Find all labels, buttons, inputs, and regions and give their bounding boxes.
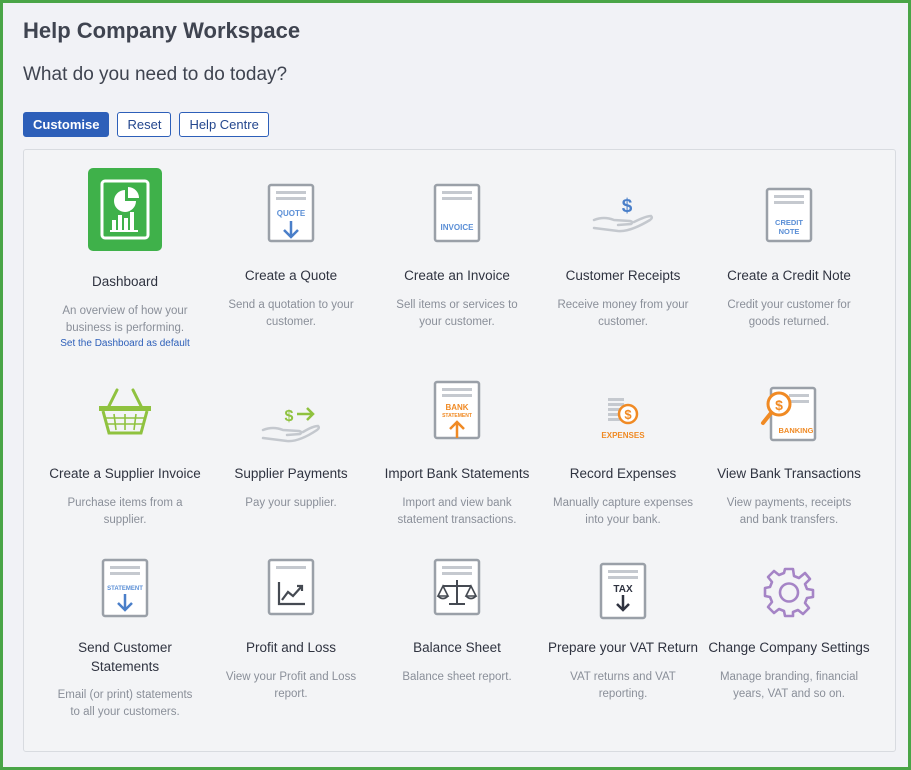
tile-create-supplier-invoice[interactable]: Create a Supplier Invoice Purchase items…: [42, 376, 208, 546]
svg-text:STATEMENT: STATEMENT: [442, 413, 472, 419]
balance-sheet-icon: [433, 558, 481, 621]
svg-text:STATEMENT: STATEMENT: [107, 586, 143, 592]
workspace-frame: Help Company Workspace What do you need …: [3, 3, 908, 767]
banking-icon: $ BANKING: [759, 386, 819, 449]
tile-description: Email (or print) statements to all your …: [57, 689, 193, 718]
tile-prepare-vat-return[interactable]: TAX Prepare your VAT Return VAT returns …: [540, 550, 706, 730]
expenses-icon: $ EXPENSES: [598, 394, 648, 447]
customise-button[interactable]: Customise: [23, 112, 110, 137]
tile-description: View payments, receipts and bank transfe…: [726, 497, 852, 526]
tile-label: Customer Receipts: [565, 268, 681, 283]
page-subtitle: What do you need to do today?: [23, 64, 288, 85]
tile-profit-and-loss[interactable]: Profit and Loss View your Profit and Los…: [208, 550, 374, 730]
tile-label: Profit and Loss: [245, 640, 337, 655]
svg-text:$: $: [775, 397, 783, 413]
toolbar: Customise Reset Help Centre: [23, 112, 269, 137]
dashboard-icon: [88, 168, 162, 251]
svg-text:EXPENSES: EXPENSES: [601, 431, 645, 440]
svg-text:$: $: [622, 196, 633, 217]
tile-label: Balance Sheet: [413, 640, 501, 655]
settings-gear-icon: [763, 566, 815, 623]
tile-label: Send Customer Statements: [78, 640, 172, 674]
tile-label: Create a Supplier Invoice: [49, 466, 201, 481]
customer-receipt-icon: $: [590, 190, 656, 241]
tile-label: Create a Quote: [244, 268, 338, 283]
tile-balance-sheet[interactable]: Balance Sheet Balance sheet report.: [374, 550, 540, 730]
svg-text:NOTE: NOTE: [779, 227, 800, 236]
tile-description: Manually capture expenses into your bank…: [553, 497, 693, 526]
tile-label: Supplier Payments: [234, 466, 348, 481]
tile-label: Create a Credit Note: [727, 268, 851, 283]
tile-customer-receipts[interactable]: $ Customer Receipts Receive money from y…: [540, 150, 706, 355]
svg-text:$: $: [285, 408, 294, 425]
tile-label: View Bank Transactions: [717, 466, 861, 481]
tile-description: Balance sheet report.: [402, 671, 512, 683]
svg-text:$: $: [624, 407, 632, 422]
tile-record-expenses[interactable]: $ EXPENSES Record Expenses Manually capt…: [540, 376, 706, 546]
tile-import-bank-statements[interactable]: BANK STATEMENT Import Bank Statements Im…: [374, 376, 540, 546]
tile-description: Import and view bank statement transacti…: [397, 497, 517, 526]
tile-label: Record Expenses: [569, 466, 677, 481]
basket-icon: [97, 386, 153, 441]
profit-loss-icon: [267, 558, 315, 621]
tile-label: Prepare your VAT Return: [547, 640, 699, 655]
tile-create-invoice[interactable]: INVOICE Create an Invoice Sell items or …: [374, 150, 540, 355]
tile-description: Pay your supplier.: [245, 497, 337, 509]
bank-statement-icon: BANK STATEMENT: [433, 380, 481, 447]
tile-supplier-payments[interactable]: $ Supplier Payments Pay your supplier.: [208, 376, 374, 546]
set-dashboard-default-link[interactable]: Set the Dashboard as default: [42, 338, 208, 349]
tile-description: An overview of how your business is perf…: [62, 305, 188, 334]
tile-change-company-settings[interactable]: Change Company Settings Manage branding,…: [706, 550, 872, 730]
tile-create-quote[interactable]: QUOTE Create a Quote Send a quotation to…: [208, 150, 374, 355]
tile-view-bank-transactions[interactable]: $ BANKING View Bank Transactions View pa…: [706, 376, 872, 546]
tile-label: Change Company Settings: [708, 640, 870, 655]
tile-description: Sell items or services to your customer.: [396, 299, 518, 328]
tile-description: Manage branding, financial years, VAT an…: [719, 671, 859, 700]
svg-text:TAX: TAX: [613, 584, 633, 595]
svg-text:QUOTE: QUOTE: [277, 209, 306, 218]
tile-description: Purchase items from a supplier.: [67, 497, 183, 526]
invoice-icon: INVOICE: [433, 183, 481, 250]
help-centre-button[interactable]: Help Centre: [179, 112, 269, 137]
svg-text:CREDIT: CREDIT: [775, 218, 803, 227]
supplier-payment-icon: $: [259, 404, 323, 449]
tile-description: Receive money from your customer.: [557, 299, 689, 328]
tile-dashboard[interactable]: Dashboard An overview of how your busine…: [42, 150, 208, 355]
quote-icon: QUOTE: [267, 183, 315, 250]
tile-description: View your Profit and Loss report.: [225, 671, 357, 700]
tile-description: Credit your customer for goods returned.: [727, 299, 851, 328]
tile-description: Send a quotation to your customer.: [228, 299, 354, 328]
tile-label: Import Bank Statements: [384, 466, 530, 481]
svg-text:INVOICE: INVOICE: [441, 223, 475, 232]
statement-icon: STATEMENT: [101, 558, 149, 625]
tile-label: Dashboard: [91, 274, 159, 289]
vat-return-icon: TAX: [599, 562, 647, 625]
credit-note-icon: CREDIT NOTE: [765, 187, 813, 248]
page-title: Help Company Workspace: [23, 18, 301, 43]
tile-label: Create an Invoice: [404, 268, 510, 283]
svg-text:BANK: BANK: [445, 403, 468, 412]
reset-button[interactable]: Reset: [117, 112, 172, 137]
svg-text:BANKING: BANKING: [779, 426, 814, 435]
tiles-panel: Dashboard An overview of how your busine…: [23, 149, 896, 752]
tile-send-customer-statements[interactable]: STATEMENT Send Customer Statements Email…: [42, 550, 208, 730]
tile-description: VAT returns and VAT reporting.: [570, 671, 676, 700]
tile-create-credit-note[interactable]: CREDIT NOTE Create a Credit Note Credit …: [706, 150, 872, 355]
